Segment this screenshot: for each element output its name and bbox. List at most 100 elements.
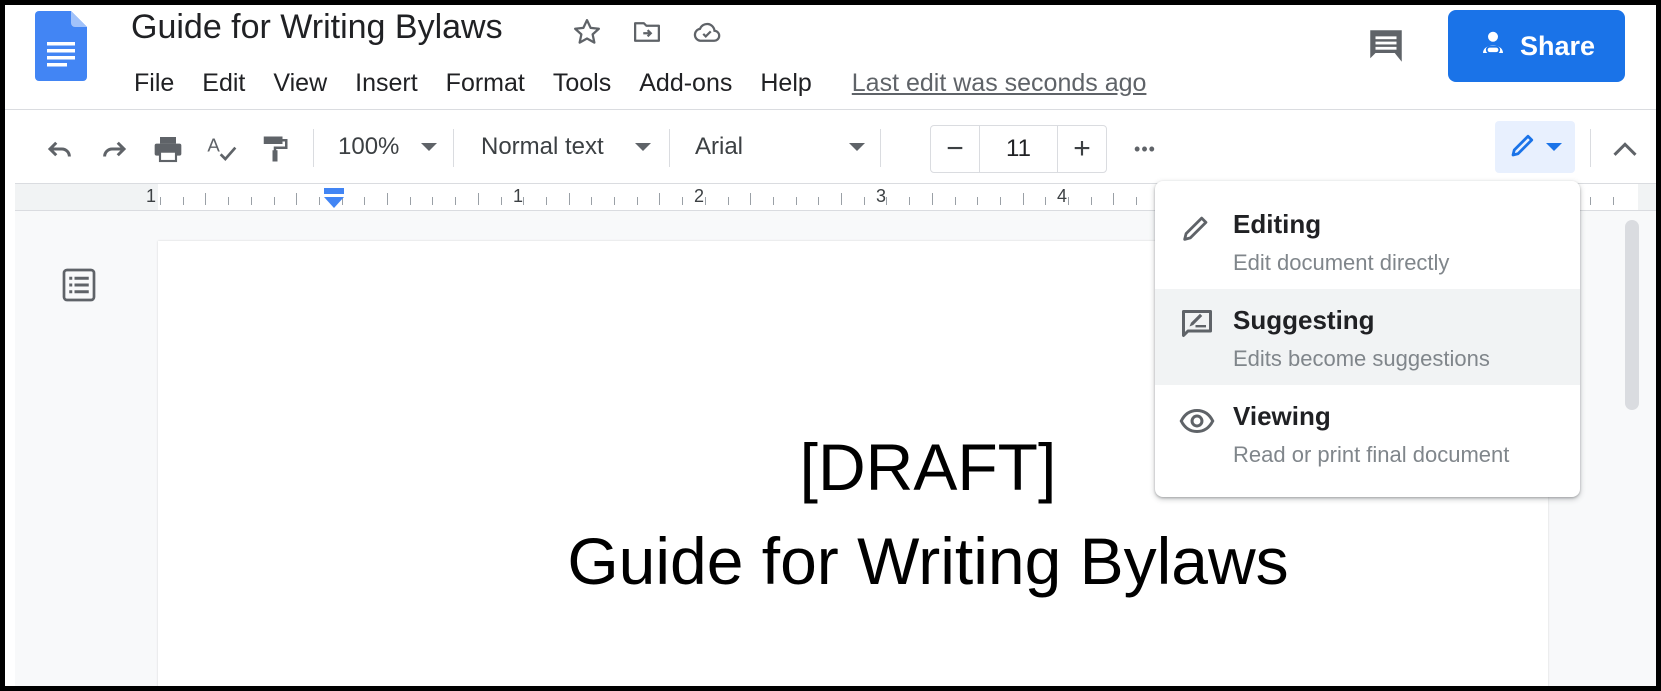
toolbar-divider [453,129,454,167]
ruler-tick [1045,197,1047,205]
menu-bar: File Edit View Insert Format Tools Add-o… [120,65,1146,101]
toolbar-divider [669,129,670,167]
ruler-tick [1590,197,1592,205]
ruler-tick [999,197,1001,205]
menu-view[interactable]: View [259,69,341,98]
paragraph-style-select[interactable]: Normal text [481,127,651,167]
ruler-tick [205,193,207,205]
mode-item-description: Read or print final document [1233,442,1510,467]
share-button[interactable]: Share [1448,10,1625,82]
ruler-tick [931,193,933,205]
ruler-tick [636,197,638,205]
share-person-icon [1478,28,1508,65]
ruler-tick [364,197,366,205]
ruler-tick [727,197,729,205]
font-value: Arial [695,133,744,160]
menu-format[interactable]: Format [432,69,539,98]
menu-addons[interactable]: Add-ons [625,69,746,98]
ruler-tick [750,193,752,205]
redo-icon[interactable] [94,129,134,169]
ruler-tick [409,197,411,205]
more-options-icon[interactable]: ••• [1125,129,1165,169]
paint-format-icon[interactable] [255,129,295,169]
share-label: Share [1519,30,1596,61]
spellcheck-icon[interactable]: A [202,129,242,169]
ruler-tick [1090,197,1092,205]
comments-icon[interactable] [1365,25,1407,67]
ruler-tick [886,197,888,205]
menu-insert[interactable]: Insert [341,69,432,98]
zoom-select[interactable]: 100% [338,127,438,167]
docs-window: Guide for Writing Bylaws File Edit View … [5,5,1656,686]
undo-icon[interactable] [40,129,80,169]
zoom-value: 100% [338,133,400,160]
mode-suggesting-item[interactable]: Suggesting Edits become suggestions [1155,289,1580,385]
ruler-tick [772,197,774,205]
ruler-tick [318,197,320,205]
ruler-tick [1068,197,1069,205]
chevron-down-icon [1546,143,1562,151]
ruler-tick [659,193,661,205]
font-size-input[interactable]: 11 [979,126,1058,172]
document-title[interactable]: Guide for Writing Bylaws [131,8,503,47]
document-heading-title[interactable]: Guide for Writing Bylaws [158,523,1548,599]
ruler-tick [273,197,275,205]
ruler-tick [704,197,706,205]
star-icon[interactable] [570,15,604,49]
ruler-number: 4 [1057,186,1068,206]
ruler-tick [228,197,230,205]
chevron-down-icon [849,143,865,151]
last-edit-link[interactable]: Last edit was seconds ago [852,69,1147,98]
toolbar-divider [880,129,881,167]
ruler-tick [500,197,502,205]
toolbar-divider [313,129,314,167]
menu-tools[interactable]: Tools [539,69,625,98]
mode-editing-item[interactable]: Editing Edit document directly [1155,193,1580,289]
toolbar: A 100% Normal text Arial − 11 + ••• [5,117,1656,179]
ruler-tick [455,197,457,205]
mode-item-description: Edit document directly [1233,250,1450,275]
ruler-tick [1113,193,1115,205]
ruler-tick [1612,197,1614,205]
editing-mode-button[interactable] [1495,121,1575,173]
toolbar-divider [1590,129,1591,167]
mode-dropdown-menu: Editing Edit document directly Suggestin… [1155,181,1580,497]
mode-item-title: Editing [1233,209,1322,239]
menu-edit[interactable]: Edit [188,69,259,98]
mode-item-title: Viewing [1233,401,1331,431]
menu-file[interactable]: File [120,69,188,98]
ruler-tick [568,193,570,205]
svg-text:A: A [207,135,220,156]
ruler-tick [477,193,479,205]
decrease-font-size-button[interactable]: − [931,126,979,172]
menu-help[interactable]: Help [746,69,825,98]
increase-font-size-button[interactable]: + [1058,126,1106,172]
paragraph-style-value: Normal text [481,133,604,160]
ruler-tick [1136,197,1138,205]
document-outline-icon[interactable] [61,267,97,303]
ruler-tick [977,197,979,205]
mode-viewing-item[interactable]: Viewing Read or print final document [1155,385,1580,481]
pencil-icon [1508,130,1538,165]
suggest-icon [1179,307,1215,343]
header-divider [5,109,1656,110]
ruler-tick [909,197,911,205]
ruler-tick [954,197,956,205]
hide-menus-chevron-up-icon[interactable] [1605,129,1645,169]
ruler-tick [1022,193,1024,205]
vertical-scrollbar[interactable] [1625,220,1639,410]
ruler-number: 2 [694,186,705,206]
cloud-saved-icon[interactable] [690,15,724,49]
move-folder-icon[interactable] [630,15,664,49]
ruler-tick [682,197,684,205]
ruler-tick [863,197,865,205]
ruler-tick [545,197,547,205]
docs-logo-icon[interactable] [35,11,87,81]
mode-item-description: Edits become suggestions [1233,346,1490,371]
chevron-down-icon [421,143,438,151]
ruler-tick [523,197,525,205]
chevron-down-icon [635,143,651,151]
font-select[interactable]: Arial [695,127,865,167]
print-icon[interactable] [148,129,188,169]
ruler-tick [160,197,161,205]
